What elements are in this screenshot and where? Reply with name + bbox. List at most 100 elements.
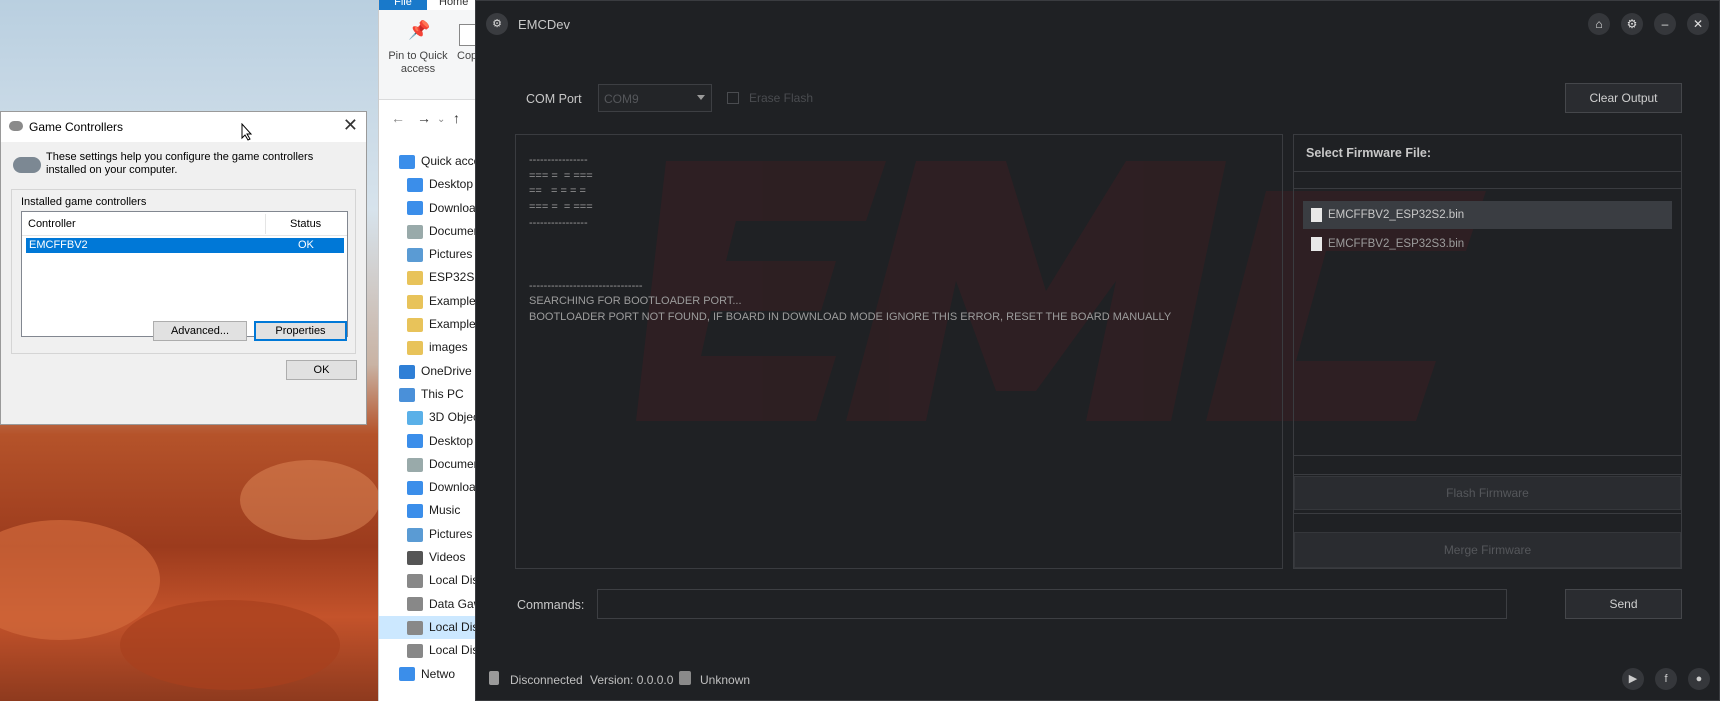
controller-name: EMCFFBV2 xyxy=(29,239,88,251)
merge-firmware-button[interactable]: Merge Firmware xyxy=(1294,532,1681,568)
game-controllers-dialog: Game Controllers ✕ These settings help y… xyxy=(0,111,367,425)
list-header: Controller Status xyxy=(22,212,347,236)
folder-icon xyxy=(407,317,423,332)
tree-item[interactable]: Data Gaw xyxy=(379,593,489,616)
chip-icon xyxy=(679,671,691,685)
tree-item-label: Music xyxy=(429,503,461,518)
column-status[interactable]: Status xyxy=(290,218,321,230)
github-icon[interactable]: ● xyxy=(1688,668,1710,690)
tree-item[interactable]: OneDrive xyxy=(379,360,489,383)
drive-icon xyxy=(407,644,423,659)
close-icon[interactable]: ✕ xyxy=(1687,13,1709,35)
home-icon[interactable]: ⌂ xyxy=(1588,13,1610,35)
commands-label: Commands: xyxy=(517,598,585,612)
tree-item-label: 3D Objec xyxy=(429,410,480,425)
cube-icon xyxy=(407,411,423,426)
com-port-value: COM9 xyxy=(604,92,639,106)
file-icon xyxy=(1311,237,1322,251)
tree-item[interactable]: Desktop xyxy=(379,430,489,453)
tree-item[interactable]: images xyxy=(379,336,489,359)
tree-item-label: This PC xyxy=(421,386,464,401)
column-controller[interactable]: Controller xyxy=(28,218,76,230)
chevron-down-icon xyxy=(697,95,705,100)
computer-icon xyxy=(399,387,415,402)
output-text: ---------------- === = = === == = = = = … xyxy=(529,154,1172,324)
tree-item[interactable]: Pictures xyxy=(379,243,489,266)
dialog-title: Game Controllers xyxy=(29,120,124,134)
ribbon-tab-file[interactable]: File xyxy=(379,0,427,10)
tree-item-label: Local Dis xyxy=(429,643,479,658)
firmware-file-item[interactable]: EMCFFBV2_ESP32S3.bin xyxy=(1303,230,1672,258)
tree-item[interactable]: ESP32S2 xyxy=(379,266,489,289)
clear-output-button[interactable]: Clear Output xyxy=(1565,83,1682,113)
tree-item-label: Examples xyxy=(429,293,482,308)
ribbon-tab-home[interactable]: Home xyxy=(439,0,468,8)
pictures-icon xyxy=(407,248,423,263)
tree-item[interactable]: Videos xyxy=(379,546,489,569)
tree-item-label: images xyxy=(429,340,468,355)
tree-item[interactable]: Downloa xyxy=(379,197,489,220)
controller-status: OK xyxy=(298,239,314,251)
youtube-icon[interactable]: ▶ xyxy=(1622,668,1644,690)
tree-item[interactable]: Local Dis xyxy=(379,569,489,592)
output-console[interactable]: ---------------- === = = === == = = = = … xyxy=(515,134,1283,569)
tree-item-label: Local Dis xyxy=(429,573,479,588)
erase-flash-label: Erase Flash xyxy=(749,91,814,105)
tree-item[interactable]: Examples xyxy=(379,313,489,336)
recent-chevron-icon[interactable]: ⌄ xyxy=(437,114,445,125)
chip-status: Unknown xyxy=(700,673,751,687)
tree-item-label: OneDrive xyxy=(421,363,472,378)
controllers-list[interactable]: Controller Status EMCFFBV2 OK xyxy=(21,211,348,337)
firmware-file-item[interactable]: EMCFFBV2_ESP32S2.bin xyxy=(1303,201,1672,229)
music-icon xyxy=(407,504,423,519)
dialog-titlebar[interactable]: Game Controllers ✕ xyxy=(1,112,366,142)
list-item[interactable]: EMCFFBV2 OK xyxy=(26,238,344,253)
send-button[interactable]: Send xyxy=(1565,589,1682,619)
back-arrow-icon[interactable]: ← xyxy=(391,110,405,126)
flash-firmware-button[interactable]: Flash Firmware xyxy=(1294,476,1681,510)
properties-button[interactable]: Properties xyxy=(254,321,347,341)
tree-item-label: Desktop xyxy=(429,177,474,192)
erase-flash-checkbox[interactable] xyxy=(727,92,739,104)
tree-item-label: Downloa xyxy=(429,200,476,215)
tree-item[interactable]: Documer xyxy=(379,220,489,243)
tree-item[interactable]: Documer xyxy=(379,453,489,476)
com-port-label: COM Port xyxy=(526,92,582,106)
tree-item-label: Netwo xyxy=(421,666,456,681)
pin-label: Pin to Quick access xyxy=(388,50,448,75)
up-arrow-icon[interactable]: ↑ xyxy=(453,110,460,126)
tree-item[interactable]: Music xyxy=(379,499,489,522)
tree-item-label: Downloa xyxy=(429,480,476,495)
tree-item[interactable]: Pictures xyxy=(379,523,489,546)
desktop-icon xyxy=(407,178,423,193)
tree-item[interactable]: Local Dis xyxy=(379,615,489,640)
tree-item[interactable]: Downloa xyxy=(379,476,489,499)
tree-item[interactable]: Examples xyxy=(379,290,489,313)
tree-item[interactable]: Netwo xyxy=(379,663,489,686)
close-icon[interactable]: ✕ xyxy=(343,115,358,136)
pin-icon: 📌 xyxy=(408,20,431,40)
forward-arrow-icon[interactable]: → xyxy=(417,110,431,126)
gamepad-icon xyxy=(9,121,23,131)
tree-item[interactable]: Quick acce xyxy=(379,150,489,173)
advanced-button[interactable]: Advanced... xyxy=(153,321,247,341)
pin-quick-access-button[interactable]: 📌 Pin to Quick access xyxy=(385,20,451,76)
tree-item[interactable]: Local Dis xyxy=(379,639,489,662)
tree-item-label: Quick acce xyxy=(421,154,481,168)
tree-item[interactable]: 3D Objec xyxy=(379,406,489,429)
folder-icon xyxy=(407,294,423,309)
firmware-file-name: EMCFFBV2_ESP32S3.bin xyxy=(1328,238,1465,250)
minimize-icon[interactable]: – xyxy=(1654,13,1676,35)
connection-status: Disconnected xyxy=(510,673,583,687)
tree-item[interactable]: Desktop xyxy=(379,173,489,196)
folder-icon xyxy=(407,271,423,286)
commands-input[interactable] xyxy=(597,589,1507,619)
firmware-panel: Select Firmware File: EMCFFBV2_ESP32S2.b… xyxy=(1293,134,1682,569)
tree-item[interactable]: This PC xyxy=(379,383,489,406)
settings-gear-icon[interactable]: ⚙ xyxy=(1621,13,1643,35)
facebook-icon[interactable]: f xyxy=(1655,668,1677,690)
com-port-select[interactable]: COM9 xyxy=(598,84,712,112)
network-icon xyxy=(399,667,415,682)
pictures-icon xyxy=(407,527,423,542)
ok-button[interactable]: OK xyxy=(286,360,357,380)
